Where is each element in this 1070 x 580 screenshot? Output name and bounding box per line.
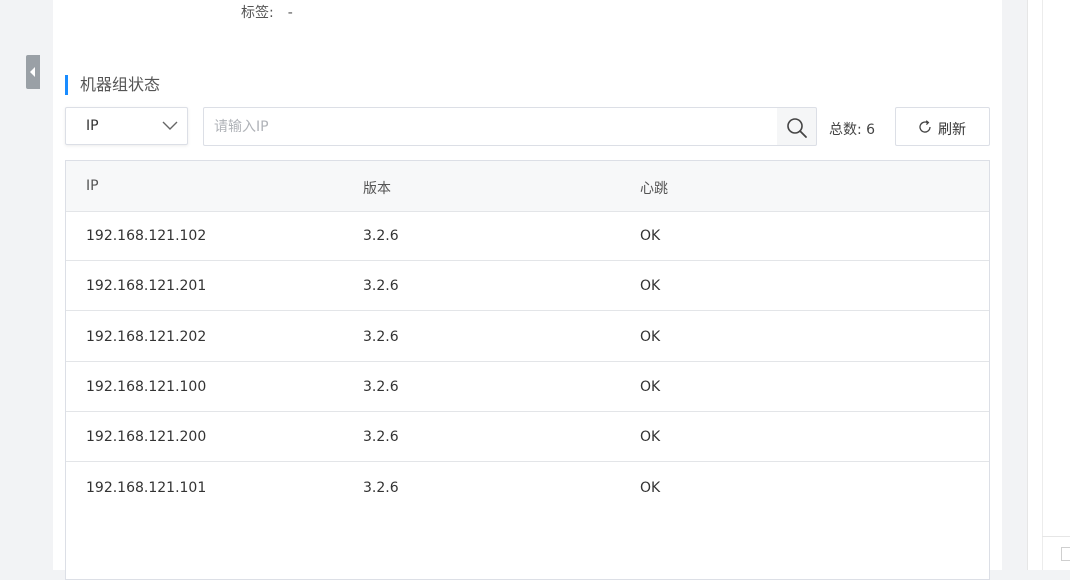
cell-ip: 192.168.121.101 bbox=[86, 480, 207, 496]
search-icon bbox=[787, 118, 807, 138]
refresh-icon bbox=[919, 120, 931, 133]
cell-ip: 192.168.121.201 bbox=[86, 278, 207, 294]
cell-ip: 192.168.121.200 bbox=[86, 429, 207, 445]
table-row[interactable]: 192.168.121.201 3.2.6 OK bbox=[66, 261, 989, 311]
table-row[interactable]: 192.168.121.100 3.2.6 OK bbox=[66, 362, 989, 412]
cell-version: 3.2.6 bbox=[363, 228, 399, 244]
refresh-button[interactable]: 刷新 bbox=[895, 107, 990, 146]
column-header-heartbeat[interactable]: 心跳 bbox=[640, 178, 668, 198]
caret-left-icon bbox=[30, 67, 35, 77]
table-row[interactable]: 192.168.121.101 3.2.6 OK bbox=[66, 463, 989, 513]
cell-version: 3.2.6 bbox=[363, 429, 399, 445]
column-header-version[interactable]: 版本 bbox=[363, 178, 391, 198]
right-panel bbox=[1027, 0, 1070, 570]
cell-version: 3.2.6 bbox=[363, 278, 399, 294]
cell-heartbeat: OK bbox=[640, 480, 661, 496]
total-label: 总数: bbox=[829, 122, 862, 138]
filter-field-select[interactable]: IP bbox=[65, 107, 188, 145]
cell-version: 3.2.6 bbox=[363, 480, 399, 496]
tag-row: 标签: - bbox=[241, 2, 293, 22]
tag-label: 标签: bbox=[241, 5, 274, 21]
panel-checkbox[interactable] bbox=[1061, 547, 1070, 561]
total-count: 总数: 6 bbox=[829, 119, 875, 139]
right-gutter bbox=[1002, 0, 1027, 570]
machine-group-table: IP 版本 心跳 192.168.121.102 3.2.6 OK 192.16… bbox=[65, 160, 990, 580]
cell-heartbeat: OK bbox=[640, 429, 661, 445]
table-row[interactable]: 192.168.121.202 3.2.6 OK bbox=[66, 312, 989, 362]
cell-heartbeat: OK bbox=[640, 228, 661, 244]
table-row[interactable]: 192.168.121.200 3.2.6 OK bbox=[66, 412, 989, 462]
tag-value: - bbox=[287, 5, 293, 21]
cell-version: 3.2.6 bbox=[363, 379, 399, 395]
section-title: 机器组状态 bbox=[65, 75, 160, 95]
cell-heartbeat: OK bbox=[640, 278, 661, 294]
cell-ip: 192.168.121.100 bbox=[86, 379, 207, 395]
total-value: 6 bbox=[866, 122, 876, 138]
cell-heartbeat: OK bbox=[640, 329, 661, 345]
table-header: IP 版本 心跳 bbox=[66, 161, 989, 212]
select-value: IP bbox=[86, 118, 99, 134]
search-input[interactable] bbox=[203, 107, 778, 146]
chevron-down-icon bbox=[162, 121, 178, 130]
cell-ip: 192.168.121.202 bbox=[86, 329, 207, 345]
cell-version: 3.2.6 bbox=[363, 329, 399, 345]
cell-ip: 192.168.121.102 bbox=[86, 228, 207, 244]
collapse-sidebar-button[interactable] bbox=[26, 55, 40, 89]
cell-heartbeat: OK bbox=[640, 379, 661, 395]
search-button[interactable] bbox=[777, 107, 817, 146]
refresh-label: 刷新 bbox=[938, 122, 966, 138]
column-header-ip[interactable]: IP bbox=[86, 178, 99, 194]
table-row[interactable]: 192.168.121.102 3.2.6 OK bbox=[66, 211, 989, 261]
